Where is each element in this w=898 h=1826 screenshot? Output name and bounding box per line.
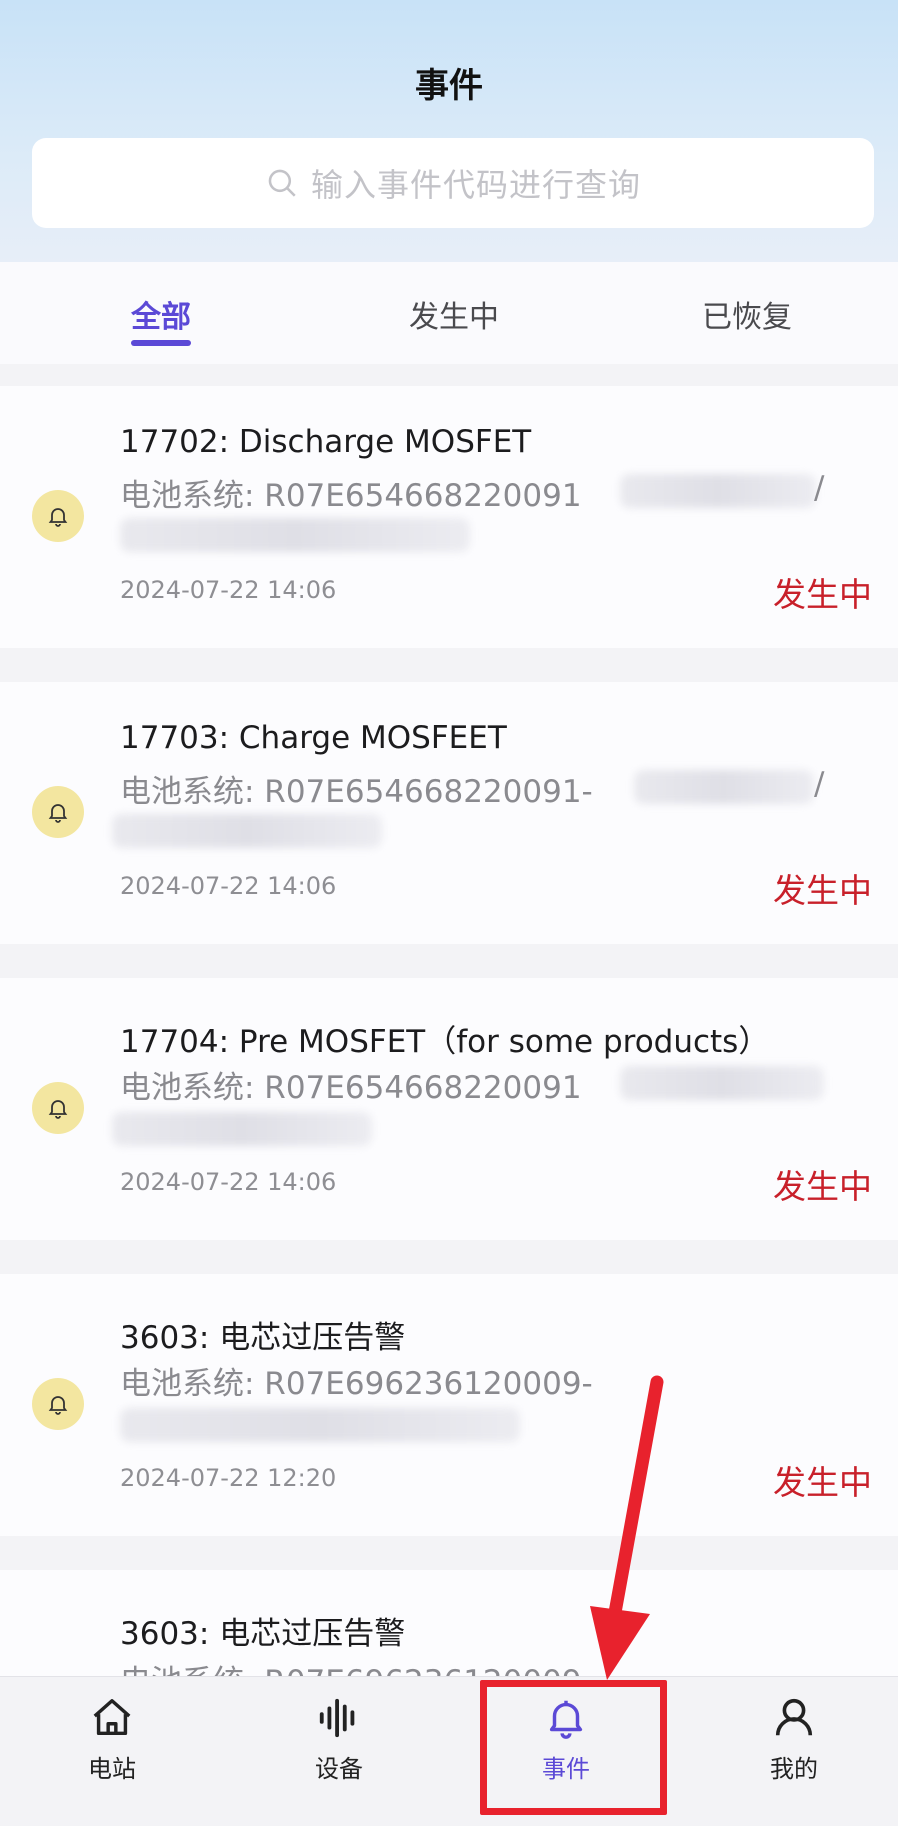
event-title: 3603: 电芯过压告警	[120, 1616, 406, 1652]
bell-icon	[32, 786, 84, 838]
redacted-text	[112, 814, 382, 848]
tab-recovered[interactable]: 已恢复	[677, 292, 817, 336]
redacted-text	[120, 1408, 520, 1442]
event-time: 2024-07-22 12:20	[120, 1464, 337, 1492]
redacted-text	[120, 518, 470, 552]
redacted-text	[112, 1112, 372, 1146]
separator-text: /	[814, 766, 825, 802]
user-icon	[775, 1698, 813, 1736]
separator-text: /	[814, 470, 825, 506]
tabbar-item-station[interactable]: 电站	[52, 1695, 172, 1784]
tabbar-item-device[interactable]: 设备	[279, 1695, 399, 1784]
tab-active-indicator	[131, 340, 191, 346]
tabbar-label: 我的	[770, 1755, 818, 1783]
tab-occurring[interactable]: 发生中	[384, 292, 524, 336]
redacted-text	[634, 770, 814, 804]
search-placeholder: 输入事件代码进行查询	[310, 166, 641, 204]
tabbar-label: 电站	[88, 1755, 136, 1783]
event-system: 电池系统: R07E654668220091-	[120, 774, 593, 810]
status-badge: 发生中	[773, 1167, 872, 1206]
search-icon	[268, 169, 296, 197]
status-badge: 发生中	[773, 575, 872, 614]
event-time: 2024-07-22 14:06	[120, 1168, 337, 1196]
event-title: 17702: Discharge MOSFET	[120, 424, 532, 460]
search-input[interactable]: 输入事件代码进行查询	[32, 138, 874, 228]
event-system: 电池系统: R07E696236120009-	[120, 1366, 593, 1402]
event-time: 2024-07-22 14:06	[120, 576, 337, 604]
event-card[interactable]: 17703: Charge MOSFEET 电池系统: R07E65466822…	[0, 682, 898, 944]
event-system: 电池系统: R07E654668220091	[120, 1070, 582, 1106]
redacted-text	[620, 474, 816, 508]
page-title: 事件	[415, 66, 483, 106]
status-badge: 发生中	[773, 871, 872, 910]
annotation-highlight-box	[480, 1680, 667, 1815]
bell-icon	[32, 1082, 84, 1134]
tab-all[interactable]: 全部	[91, 292, 231, 336]
bell-icon	[32, 1378, 84, 1430]
event-system: 电池系统: R07E654668220091	[120, 478, 582, 514]
redacted-text	[620, 1066, 824, 1100]
annotation-arrow	[590, 1375, 664, 1680]
tabbar-label: 设备	[315, 1755, 363, 1783]
event-time: 2024-07-22 14:06	[120, 872, 337, 900]
filter-tabs: 全部 发生中 已恢复	[0, 262, 898, 364]
waveform-icon	[319, 1698, 355, 1738]
event-card[interactable]: 17702: Discharge MOSFET 电池系统: R07E654668…	[0, 386, 898, 648]
header: 事件 输入事件代码进行查询	[0, 0, 898, 262]
status-badge: 发生中	[773, 1463, 872, 1502]
bottom-tab-bar: 电站 设备 事件 我的	[0, 1676, 898, 1826]
tabbar-item-mine[interactable]: 我的	[734, 1695, 854, 1784]
event-card[interactable]: 17704: Pre MOSFET（for some products） 电池系…	[0, 978, 898, 1240]
event-card[interactable]: 3603: 电芯过压告警 电池系统: R07E696236120009	[0, 1570, 898, 1700]
home-icon	[93, 1699, 131, 1736]
event-title: 3603: 电芯过压告警	[120, 1320, 406, 1356]
event-title: 17703: Charge MOSFEET	[120, 720, 507, 756]
bell-icon	[32, 490, 84, 542]
event-title: 17704: Pre MOSFET（for some products）	[120, 1024, 770, 1060]
event-card[interactable]: 3603: 电芯过压告警 电池系统: R07E696236120009- 202…	[0, 1274, 898, 1536]
